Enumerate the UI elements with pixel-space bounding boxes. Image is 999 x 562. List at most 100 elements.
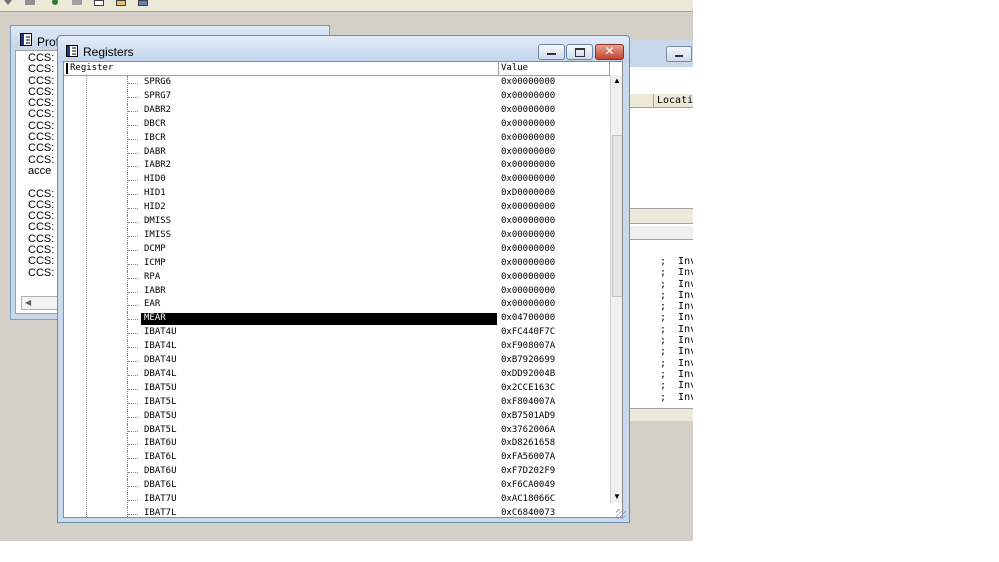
- register-row[interactable]: IBAT5L 0xF804007A: [64, 395, 609, 410]
- register-value[interactable]: 0xF908007A: [501, 340, 555, 354]
- register-value[interactable]: 0x00000000: [501, 104, 555, 118]
- arrow-icon[interactable]: [3, 0, 13, 6]
- register-value[interactable]: 0x00000000: [501, 132, 555, 146]
- register-value[interactable]: 0xFC440F7C: [501, 326, 555, 340]
- register-row[interactable]: IABR2 0x00000000: [64, 159, 609, 174]
- register-row[interactable]: IBAT4L 0xF908007A: [64, 340, 609, 355]
- vertical-scrollbar[interactable]: ▲ ▼: [610, 75, 622, 503]
- registers-window-titlebar[interactable]: Registers ✕: [58, 36, 629, 63]
- register-value[interactable]: 0xFA56007A: [501, 451, 555, 465]
- minimize-button[interactable]: [666, 46, 692, 62]
- register-value[interactable]: 0x00000000: [501, 243, 555, 257]
- register-row[interactable]: DBAT4U 0xB7920699: [64, 354, 609, 368]
- register-row[interactable]: DBCR 0x00000000: [64, 117, 609, 132]
- registers-icon[interactable]: [116, 0, 126, 6]
- scroll-up-icon[interactable]: ▲: [611, 75, 622, 87]
- register-value[interactable]: 0x00000000: [501, 285, 555, 299]
- register-row[interactable]: IBCR 0x00000000: [64, 131, 609, 146]
- register-value[interactable]: 0x3762006A: [501, 424, 555, 438]
- registers-list[interactable]: Register Value SPRG6 0x00000000 SPRG7 0x000…: [63, 61, 623, 518]
- register-value[interactable]: 0xD0000000: [501, 187, 555, 201]
- bug-icon[interactable]: [50, 0, 60, 6]
- register-row[interactable]: IBAT4U 0xFC440F7C: [64, 326, 609, 341]
- register-value[interactable]: 0x00000000: [501, 271, 555, 285]
- register-value[interactable]: 0x00000000: [501, 215, 555, 229]
- register-value[interactable]: 0xDD92004B: [501, 368, 555, 382]
- disassembly-window[interactable]: Locatio ; Inv; Inv; Inv; Inv; Inv; Inv; …: [628, 40, 693, 421]
- register-row[interactable]: IBAT7U 0xAC18066C: [64, 493, 609, 507]
- close-button[interactable]: ✕: [595, 44, 624, 60]
- window-icon[interactable]: [94, 0, 104, 6]
- toolbar-button-icon[interactable]: [25, 0, 35, 6]
- register-value[interactable]: 0xB7920699: [501, 354, 555, 368]
- column-header-register[interactable]: Register: [70, 63, 113, 73]
- register-row[interactable]: ICMP 0x00000000: [64, 256, 609, 271]
- resize-grip-icon[interactable]: [616, 509, 626, 519]
- tree-branch: [128, 138, 138, 140]
- register-row[interactable]: DMISS 0x00000000: [64, 215, 609, 229]
- column-separator[interactable]: [498, 62, 499, 75]
- close-icon: ✕: [604, 44, 615, 58]
- register-row[interactable]: DABR2 0x00000000: [64, 103, 609, 118]
- register-value[interactable]: 0x00000000: [501, 201, 555, 215]
- memory-icon[interactable]: [138, 0, 148, 6]
- register-row[interactable]: IBAT5U 0x2CCE163C: [64, 381, 609, 396]
- scroll-left-icon[interactable]: ◀: [25, 298, 31, 307]
- register-row[interactable]: MEAR 0x04700000: [64, 312, 609, 327]
- register-value[interactable]: 0x00000000: [501, 159, 555, 173]
- register-value[interactable]: 0x00000000: [501, 173, 555, 187]
- column-separator[interactable]: [653, 94, 654, 107]
- register-row[interactable]: EAR 0x00000000: [64, 298, 609, 313]
- tree-branch: [128, 194, 138, 196]
- column-separator[interactable]: [66, 63, 68, 74]
- output-line: acce: [28, 164, 52, 177]
- register-value[interactable]: 0xB7501AD9: [501, 410, 555, 424]
- register-row[interactable]: DBAT5L 0x3762006A: [64, 423, 609, 438]
- register-value[interactable]: 0x00000000: [501, 118, 555, 132]
- register-row[interactable]: IBAT6L 0xFA56007A: [64, 451, 609, 466]
- pane-splitter[interactable]: [628, 208, 693, 224]
- register-row[interactable]: DBAT5U 0xB7501AD9: [64, 409, 609, 424]
- column-header-value[interactable]: Value: [501, 63, 528, 73]
- register-row[interactable]: HID1 0xD0000000: [64, 187, 609, 202]
- register-row[interactable]: IABR 0x00000000: [64, 284, 609, 299]
- horizontal-scrollbar[interactable]: [628, 408, 693, 421]
- register-row[interactable]: DBAT6L 0xF6CA0049: [64, 479, 609, 494]
- register-row[interactable]: SPRG7 0x00000000: [64, 89, 609, 104]
- register-value[interactable]: 0x00000000: [501, 76, 555, 90]
- register-row[interactable]: HID0 0x00000000: [64, 173, 609, 188]
- register-value[interactable]: 0xD8261658: [501, 437, 555, 451]
- register-row[interactable]: SPRG6 0x00000000: [64, 76, 609, 90]
- register-name: EAR: [144, 299, 161, 310]
- register-value[interactable]: 0x00000000: [501, 146, 555, 160]
- scroll-down-icon[interactable]: ▼: [611, 491, 622, 503]
- register-row[interactable]: IBAT6U 0xD8261658: [64, 437, 609, 452]
- toolbar-button-icon[interactable]: [72, 0, 82, 6]
- register-value[interactable]: 0xC6840073: [501, 507, 555, 517]
- register-value[interactable]: 0x00000000: [501, 229, 555, 243]
- scrollbar-thumb[interactable]: [612, 135, 622, 297]
- register-row[interactable]: HID2 0x00000000: [64, 201, 609, 216]
- register-row[interactable]: DBAT4L 0xDD92004B: [64, 367, 609, 382]
- register-value[interactable]: 0x00000000: [501, 90, 555, 104]
- register-value[interactable]: 0xAC18066C: [501, 493, 555, 507]
- column-header-location[interactable]: Locatio: [657, 95, 693, 106]
- register-row[interactable]: IMISS 0x00000000: [64, 228, 609, 243]
- minimize-button[interactable]: [538, 44, 565, 60]
- register-value[interactable]: 0xF7D202F9: [501, 465, 555, 479]
- registers-window[interactable]: Registers ✕ Register Value SPRG6 0x000000…: [57, 35, 630, 523]
- register-row[interactable]: DBAT6U 0xF7D202F9: [64, 465, 609, 480]
- maximize-button[interactable]: [566, 44, 593, 60]
- register-value[interactable]: 0xF804007A: [501, 396, 555, 410]
- register-value[interactable]: 0x00000000: [501, 298, 555, 312]
- register-value[interactable]: 0x04700000: [501, 312, 555, 326]
- register-row[interactable]: RPA 0x00000000: [64, 270, 609, 285]
- register-value[interactable]: 0x2CCE163C: [501, 382, 555, 396]
- register-value[interactable]: 0xF6CA0049: [501, 479, 555, 493]
- register-value[interactable]: 0x00000000: [501, 257, 555, 271]
- register-name: DCMP: [144, 243, 166, 254]
- register-row[interactable]: IBAT7L 0xC6840073: [64, 506, 609, 517]
- register-name: DBAT4U: [144, 355, 177, 365]
- register-row[interactable]: DCMP 0x00000000: [64, 242, 609, 257]
- register-row[interactable]: DABR 0x00000000: [64, 145, 609, 160]
